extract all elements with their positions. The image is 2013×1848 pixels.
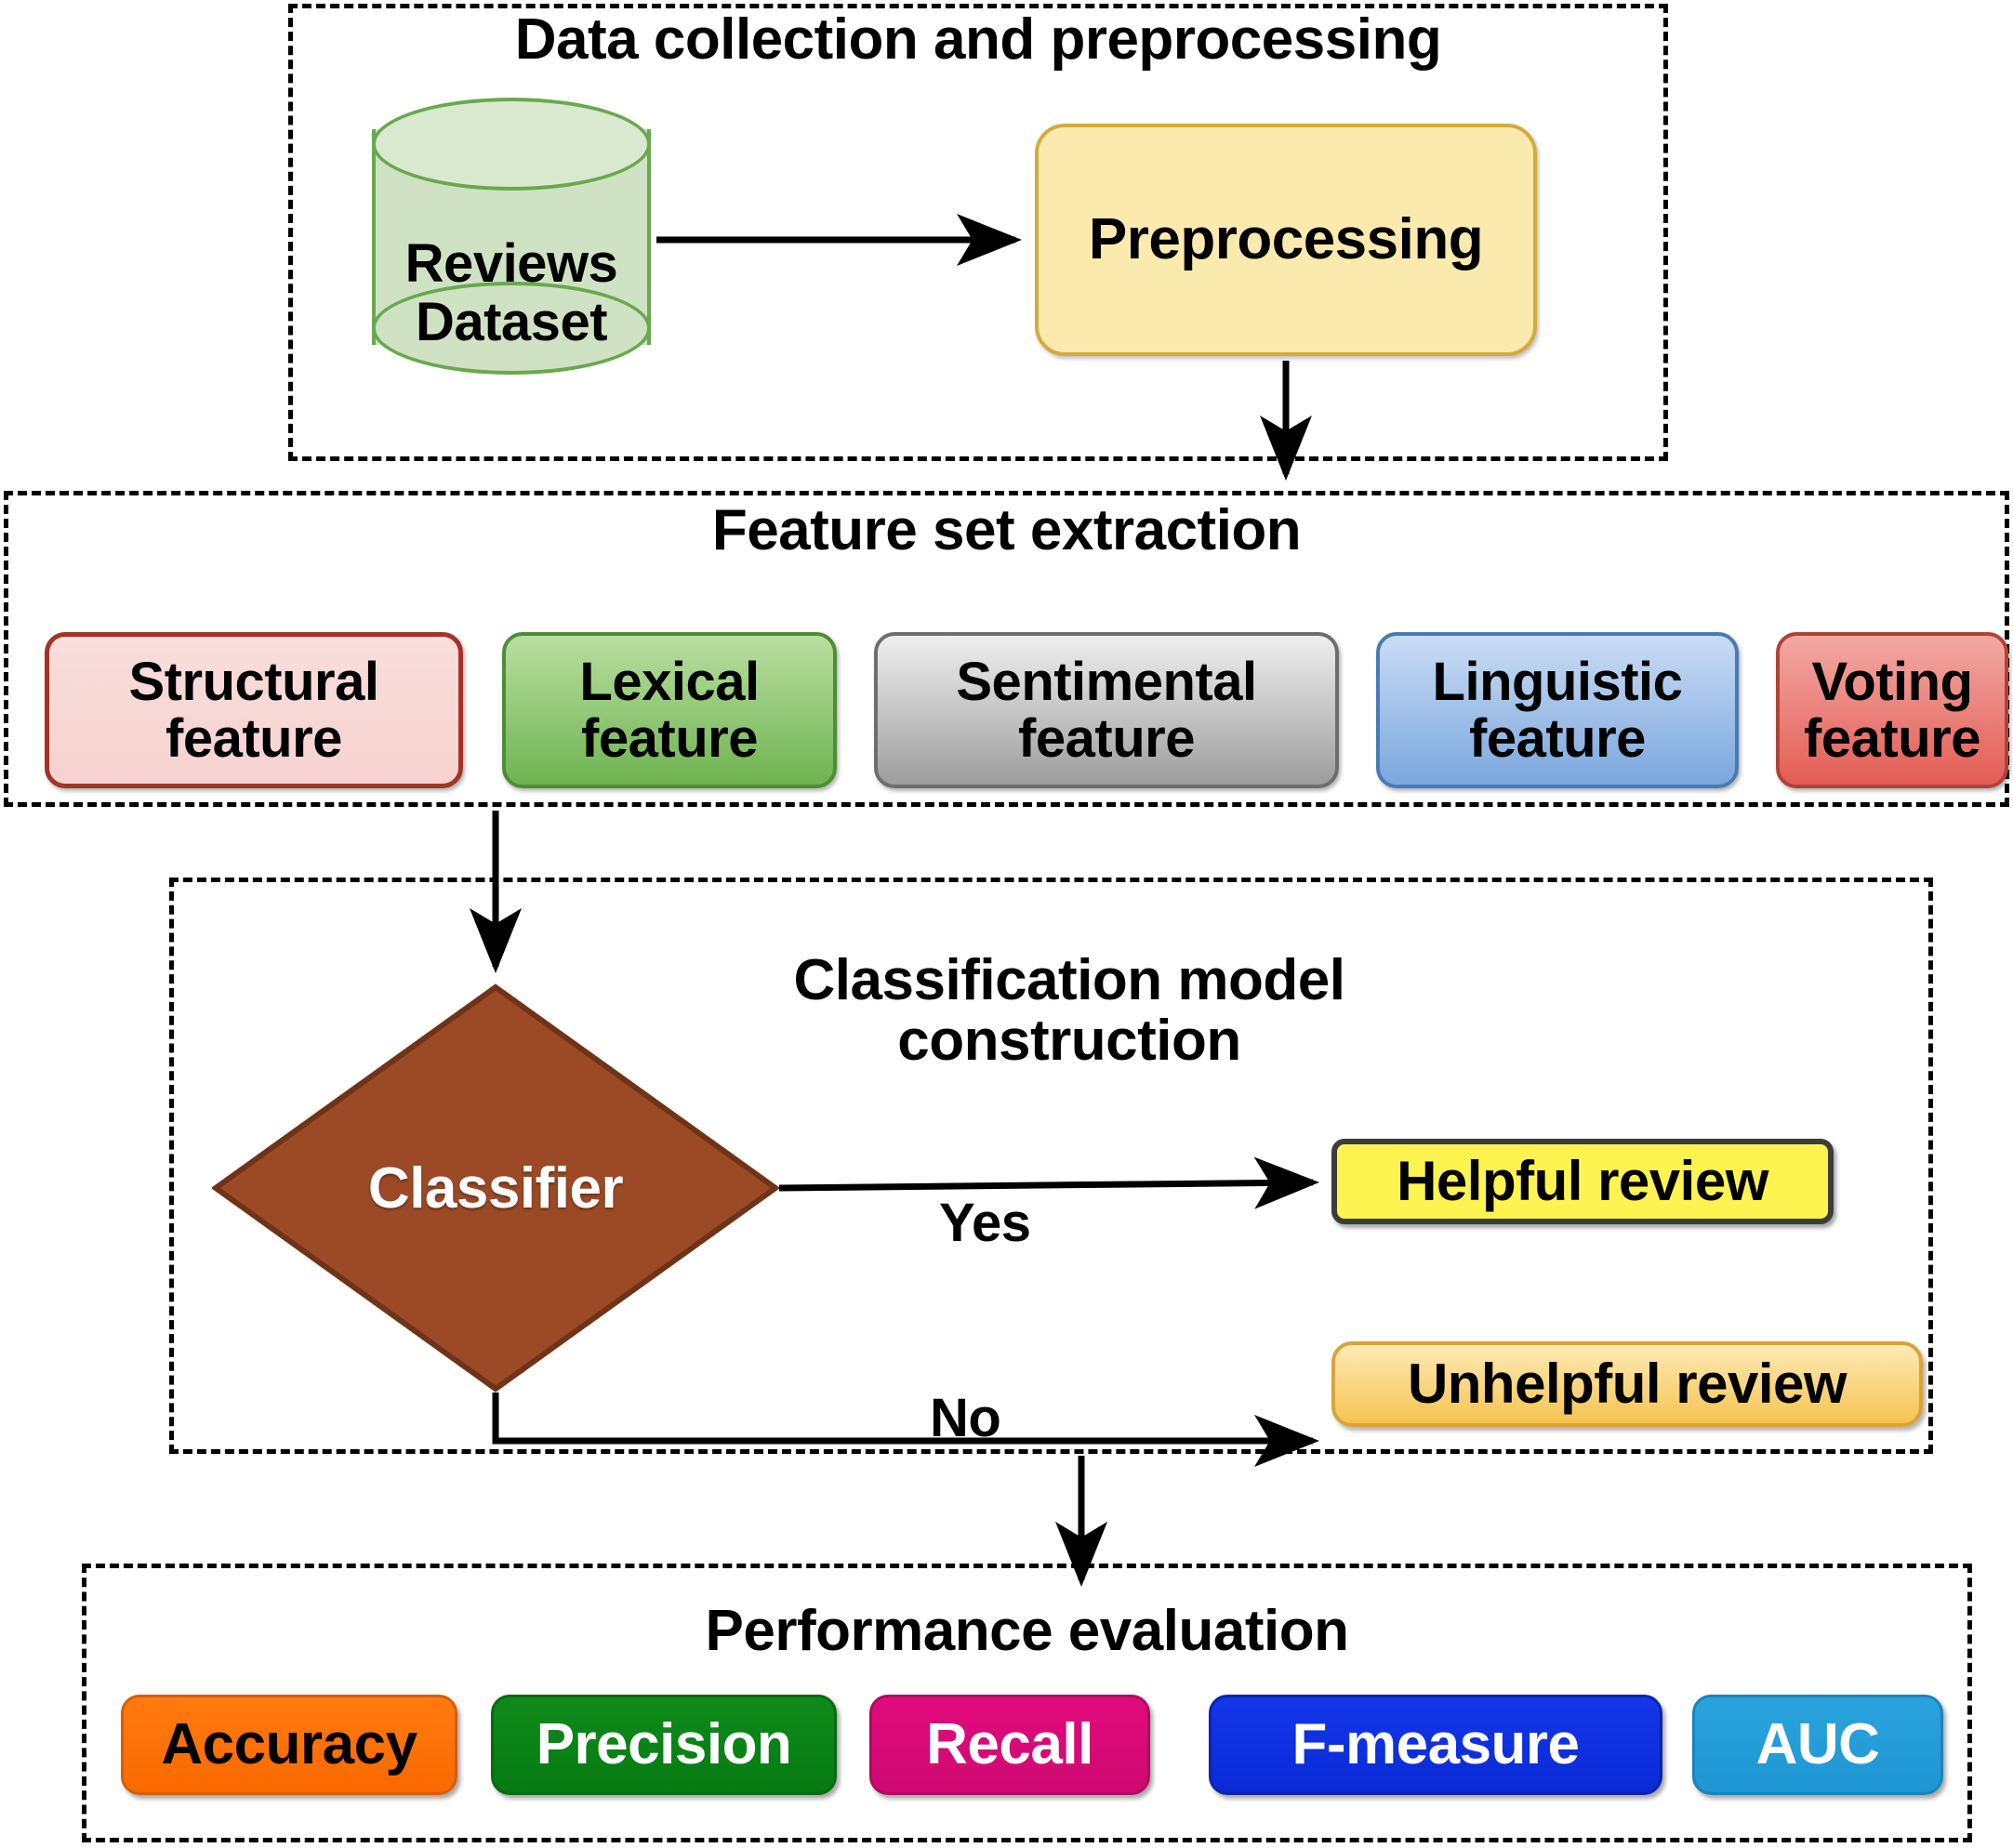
node-helpful-review[interactable]: Helpful review — [1331, 1139, 1834, 1224]
node-unhelpful-review[interactable]: Unhelpful review — [1331, 1341, 1923, 1427]
node-reviews-dataset-label: Reviews Dataset — [404, 233, 618, 352]
section-title-feature-extraction: Feature set extraction — [711, 498, 1302, 562]
feature-box-sentimental[interactable]: Sentimental feature — [874, 632, 1339, 788]
metric-f-measure[interactable]: F-measure — [1209, 1695, 1662, 1795]
node-reviews-dataset[interactable]: Reviews Dataset — [372, 98, 651, 376]
metric-recall[interactable]: Recall — [869, 1695, 1150, 1795]
flowchart-canvas: Data collection and preprocessing Review… — [0, 0, 2013, 1848]
feature-box-lexical[interactable]: Lexical feature — [502, 632, 837, 788]
metric-auc[interactable]: AUC — [1692, 1695, 1943, 1795]
edge-label-no: No — [930, 1388, 1001, 1448]
feature-box-linguistic[interactable]: Linguistic feature — [1376, 632, 1739, 788]
metric-precision[interactable]: Precision — [491, 1695, 837, 1795]
node-classifier-label: Classifier — [367, 1155, 624, 1221]
edge-label-yes: Yes — [939, 1193, 1031, 1253]
feature-box-voting[interactable]: Voting feature — [1776, 632, 2008, 788]
node-preprocessing[interactable]: Preprocessing — [1035, 124, 1537, 356]
cylinder-top-ellipse — [372, 98, 651, 191]
feature-box-structural[interactable]: Structural feature — [45, 632, 463, 788]
section-title-performance-evaluation: Performance evaluation — [705, 1599, 1349, 1663]
section-title-data-collection: Data collection and preprocessing — [514, 7, 1442, 72]
node-classifier[interactable]: Classifier — [212, 983, 779, 1393]
metric-accuracy[interactable]: Accuracy — [121, 1695, 457, 1795]
